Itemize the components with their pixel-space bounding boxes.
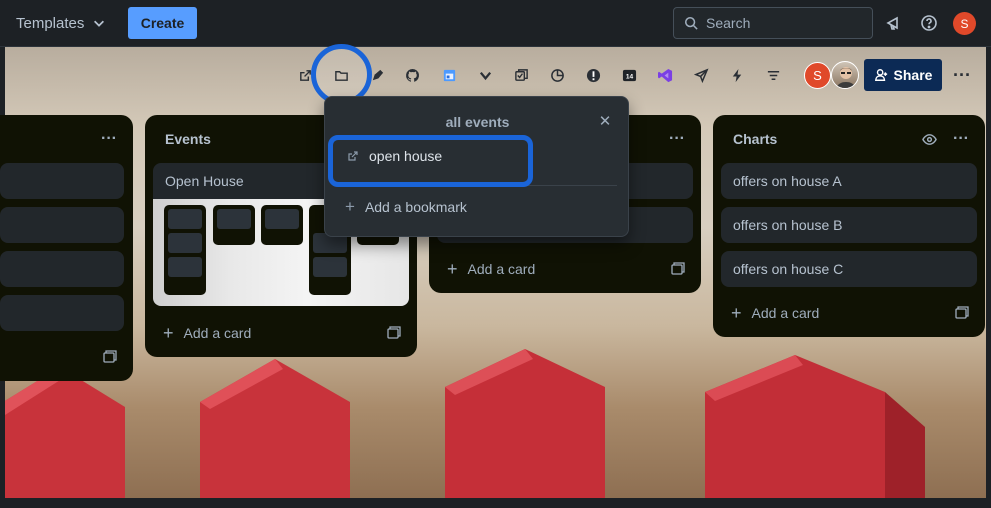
pie-chart-icon[interactable] <box>546 64 568 86</box>
list-card[interactable]: offers on house B <box>721 207 977 243</box>
share-button[interactable]: Share <box>864 59 942 91</box>
calendar-14-icon[interactable]: 14 <box>618 64 640 86</box>
chevron-down-icon[interactable] <box>474 64 496 86</box>
card-template-icon[interactable] <box>387 326 403 342</box>
add-person-icon <box>874 69 887 81</box>
list-menu-button[interactable]: ··· <box>949 127 973 151</box>
add-card-button[interactable]: + Add a card <box>163 323 252 343</box>
calendar-day-text: 14 <box>625 73 633 80</box>
lightning-icon[interactable] <box>726 64 748 86</box>
add-card-label: Add a card <box>751 305 820 321</box>
bookmark-highlight-ring <box>328 135 533 187</box>
list-card[interactable] <box>0 295 124 331</box>
share-label: Share <box>893 67 933 83</box>
card-template-icon[interactable] <box>103 350 119 366</box>
add-bookmark-label: Add a bookmark <box>364 199 467 215</box>
popover-title: all events <box>445 114 510 130</box>
board-member-avatar[interactable]: S <box>804 62 831 89</box>
plus-icon: + <box>163 323 174 343</box>
chevron-down-icon <box>94 20 105 27</box>
templates-label: Templates <box>16 14 85 32</box>
list-menu-button[interactable]: ··· <box>665 127 689 151</box>
mini-list <box>213 205 255 245</box>
plus-icon: + <box>345 197 355 216</box>
plus-icon: + <box>731 303 742 323</box>
card-template-icon[interactable] <box>671 262 687 278</box>
top-navigation-bar: Templates Create Search S <box>0 0 991 47</box>
board-member-photo[interactable] <box>831 61 859 89</box>
help-icon[interactable] <box>917 11 941 35</box>
plus-icon: + <box>447 259 458 279</box>
calendar-icon[interactable] <box>438 64 460 86</box>
alert-icon[interactable] <box>582 64 604 86</box>
github-icon[interactable] <box>401 64 423 86</box>
list-card[interactable] <box>0 251 124 287</box>
pen-icon[interactable] <box>366 64 388 86</box>
list-card[interactable] <box>0 207 124 243</box>
board-menu-button[interactable]: ··· <box>950 63 974 87</box>
send-icon[interactable] <box>690 64 712 86</box>
card-title: Open House <box>165 173 244 189</box>
copy-icon[interactable] <box>510 64 532 86</box>
search-placeholder: Search <box>706 15 751 31</box>
user-avatar[interactable]: S <box>953 12 976 35</box>
add-card-button[interactable]: + Add a card <box>731 303 820 323</box>
list-card[interactable]: offers on house C <box>721 251 977 287</box>
search-icon <box>684 16 698 30</box>
templates-menu[interactable]: Templates <box>6 8 116 38</box>
create-button[interactable]: Create <box>128 7 197 39</box>
list-card[interactable]: offers on house A <box>721 163 977 199</box>
red-house-image <box>5 349 925 498</box>
filter-icon[interactable] <box>762 64 784 86</box>
add-card-label: Add a card <box>183 325 252 341</box>
visual-studio-icon[interactable] <box>654 64 676 86</box>
folder-icon[interactable] <box>330 64 352 86</box>
watch-eye-icon[interactable] <box>917 127 941 151</box>
list-card[interactable] <box>0 163 124 199</box>
mini-list <box>164 205 206 295</box>
list-title[interactable]: Events <box>165 131 211 147</box>
list-menu-button[interactable]: ··· <box>97 127 121 151</box>
add-card-label: Add a card <box>467 261 536 277</box>
list-title[interactable]: Charts <box>733 131 777 147</box>
search-input[interactable]: Search <box>673 7 873 39</box>
right-frame <box>986 47 991 498</box>
list-charts: Charts ··· offers on house A offers on h… <box>713 115 985 337</box>
mini-list <box>261 205 303 245</box>
add-bookmark-button[interactable]: + Add a bookmark <box>345 197 467 217</box>
add-card-button[interactable]: + Add a card <box>447 259 536 279</box>
bottom-frame <box>0 498 991 508</box>
megaphone-icon[interactable] <box>882 11 906 35</box>
list-left-partial: ··· <box>0 115 133 381</box>
close-icon[interactable]: ✕ <box>596 112 614 130</box>
card-template-icon[interactable] <box>955 306 971 322</box>
